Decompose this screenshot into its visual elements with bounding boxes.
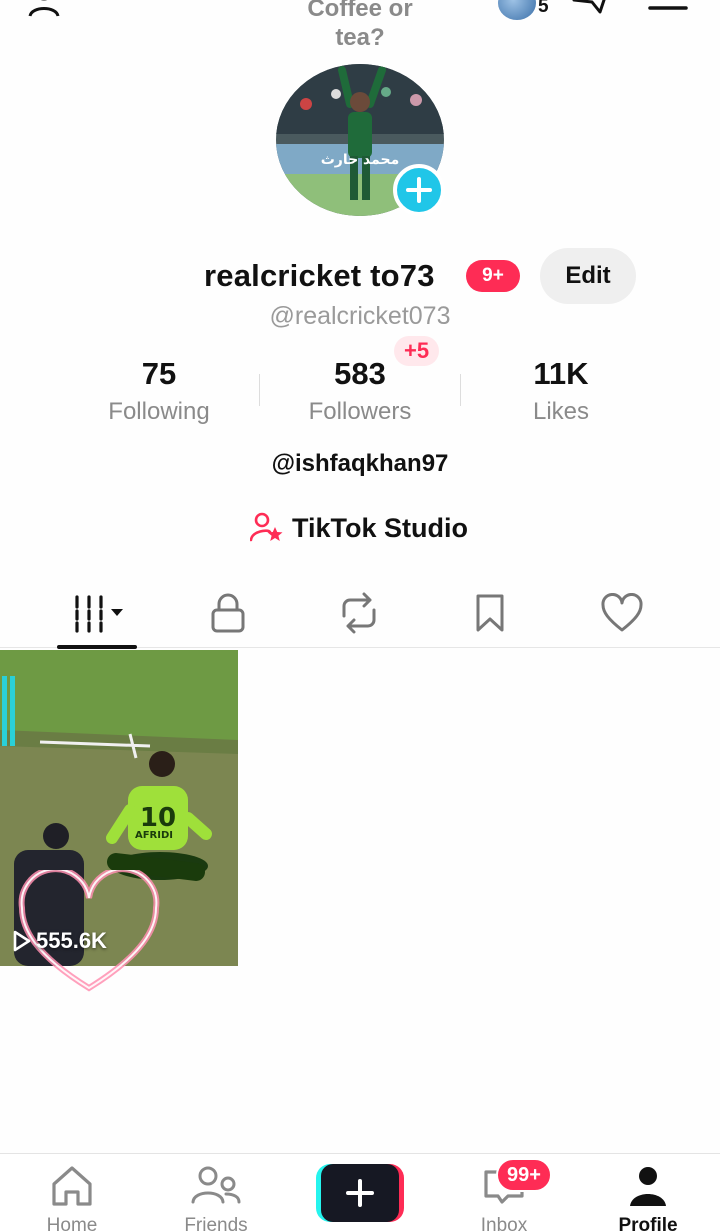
username: @realcricket073: [269, 302, 451, 330]
tiktok-studio-label: TikTok Studio: [292, 512, 469, 543]
heart-icon: [601, 593, 643, 632]
notification-badge[interactable]: 9+: [466, 260, 520, 292]
bio-mention-link[interactable]: @ishfaqkhan97: [0, 450, 720, 478]
lock-icon: [211, 593, 245, 633]
home-icon: [52, 1166, 92, 1206]
active-tab-indicator: [57, 645, 137, 649]
content-tabs: [0, 578, 720, 649]
avatar-caption: محمد حارث: [321, 152, 400, 168]
friends-icon: [191, 1166, 241, 1204]
views-value: 555.6K: [36, 928, 107, 953]
jersey-name: AFRIDI: [135, 830, 173, 841]
tab-reposts[interactable]: [309, 578, 409, 648]
stat-likes[interactable]: 11K Likes: [461, 356, 661, 426]
status-note[interactable]: Coffee or tea?: [286, 0, 434, 52]
promote-icon[interactable]: [570, 0, 616, 20]
edit-profile-button[interactable]: Edit: [540, 248, 636, 304]
following-count: 75: [141, 356, 177, 391]
stat-following[interactable]: 75 Following: [59, 356, 259, 426]
name-row: realcricket to73 9+ Edit: [0, 248, 720, 304]
tab-liked[interactable]: [572, 578, 672, 648]
nav-inbox-label: Inbox: [480, 1215, 528, 1232]
nav-friends[interactable]: Friends: [161, 1164, 271, 1232]
video-preview-image: 10 AFRIDI: [0, 650, 238, 966]
grid-icon: [75, 595, 123, 633]
plus-icon: [346, 1179, 374, 1207]
bottom-navigation: Home Friends Inbox Profile: [0, 1153, 720, 1232]
nav-home-label: Home: [46, 1215, 98, 1232]
tab-videos[interactable]: [47, 578, 147, 649]
display-name: realcricket to73: [204, 258, 435, 293]
following-label: Following: [108, 398, 210, 425]
likes-label: Likes: [532, 398, 590, 425]
tab-favorites[interactable]: [440, 578, 540, 648]
nav-profile-label: Profile: [618, 1215, 678, 1232]
tiktok-studio-link[interactable]: TikTok Studio: [250, 508, 468, 548]
nav-home[interactable]: Home: [17, 1164, 127, 1232]
story-avatar[interactable]: [498, 0, 536, 20]
create-button[interactable]: [316, 1164, 404, 1222]
story-count: 5: [538, 0, 549, 17]
add-avatar-button[interactable]: [393, 164, 445, 216]
video-view-count: 555.6K: [12, 928, 107, 954]
menu-icon[interactable]: [648, 0, 688, 12]
create-button-face: [321, 1164, 399, 1222]
nav-friends-label: Friends: [184, 1215, 248, 1232]
followers-count: 583: [334, 356, 386, 391]
tab-private[interactable]: [178, 578, 278, 648]
video-thumbnail[interactable]: 10 AFRIDI: [0, 650, 238, 966]
add-friend-icon[interactable]: [28, 0, 78, 20]
nav-profile[interactable]: Profile: [593, 1164, 703, 1232]
creator-star-icon: [250, 512, 283, 542]
inbox-badge: 99+: [496, 1158, 552, 1192]
profile-stats: 75 Following 583 Followers 11K Likes: [0, 356, 720, 436]
repost-icon: [342, 592, 376, 634]
jersey-number: 10: [140, 803, 176, 833]
stat-followers[interactable]: 583 Followers: [260, 356, 460, 426]
top-bar: Coffee or tea? 5: [0, 0, 720, 60]
profile-icon: [630, 1167, 666, 1206]
followers-label: Followers: [308, 398, 412, 425]
bookmark-icon: [476, 594, 504, 632]
likes-count: 11K: [533, 356, 589, 391]
plus-icon: [406, 177, 432, 203]
play-icon: [13, 930, 31, 952]
